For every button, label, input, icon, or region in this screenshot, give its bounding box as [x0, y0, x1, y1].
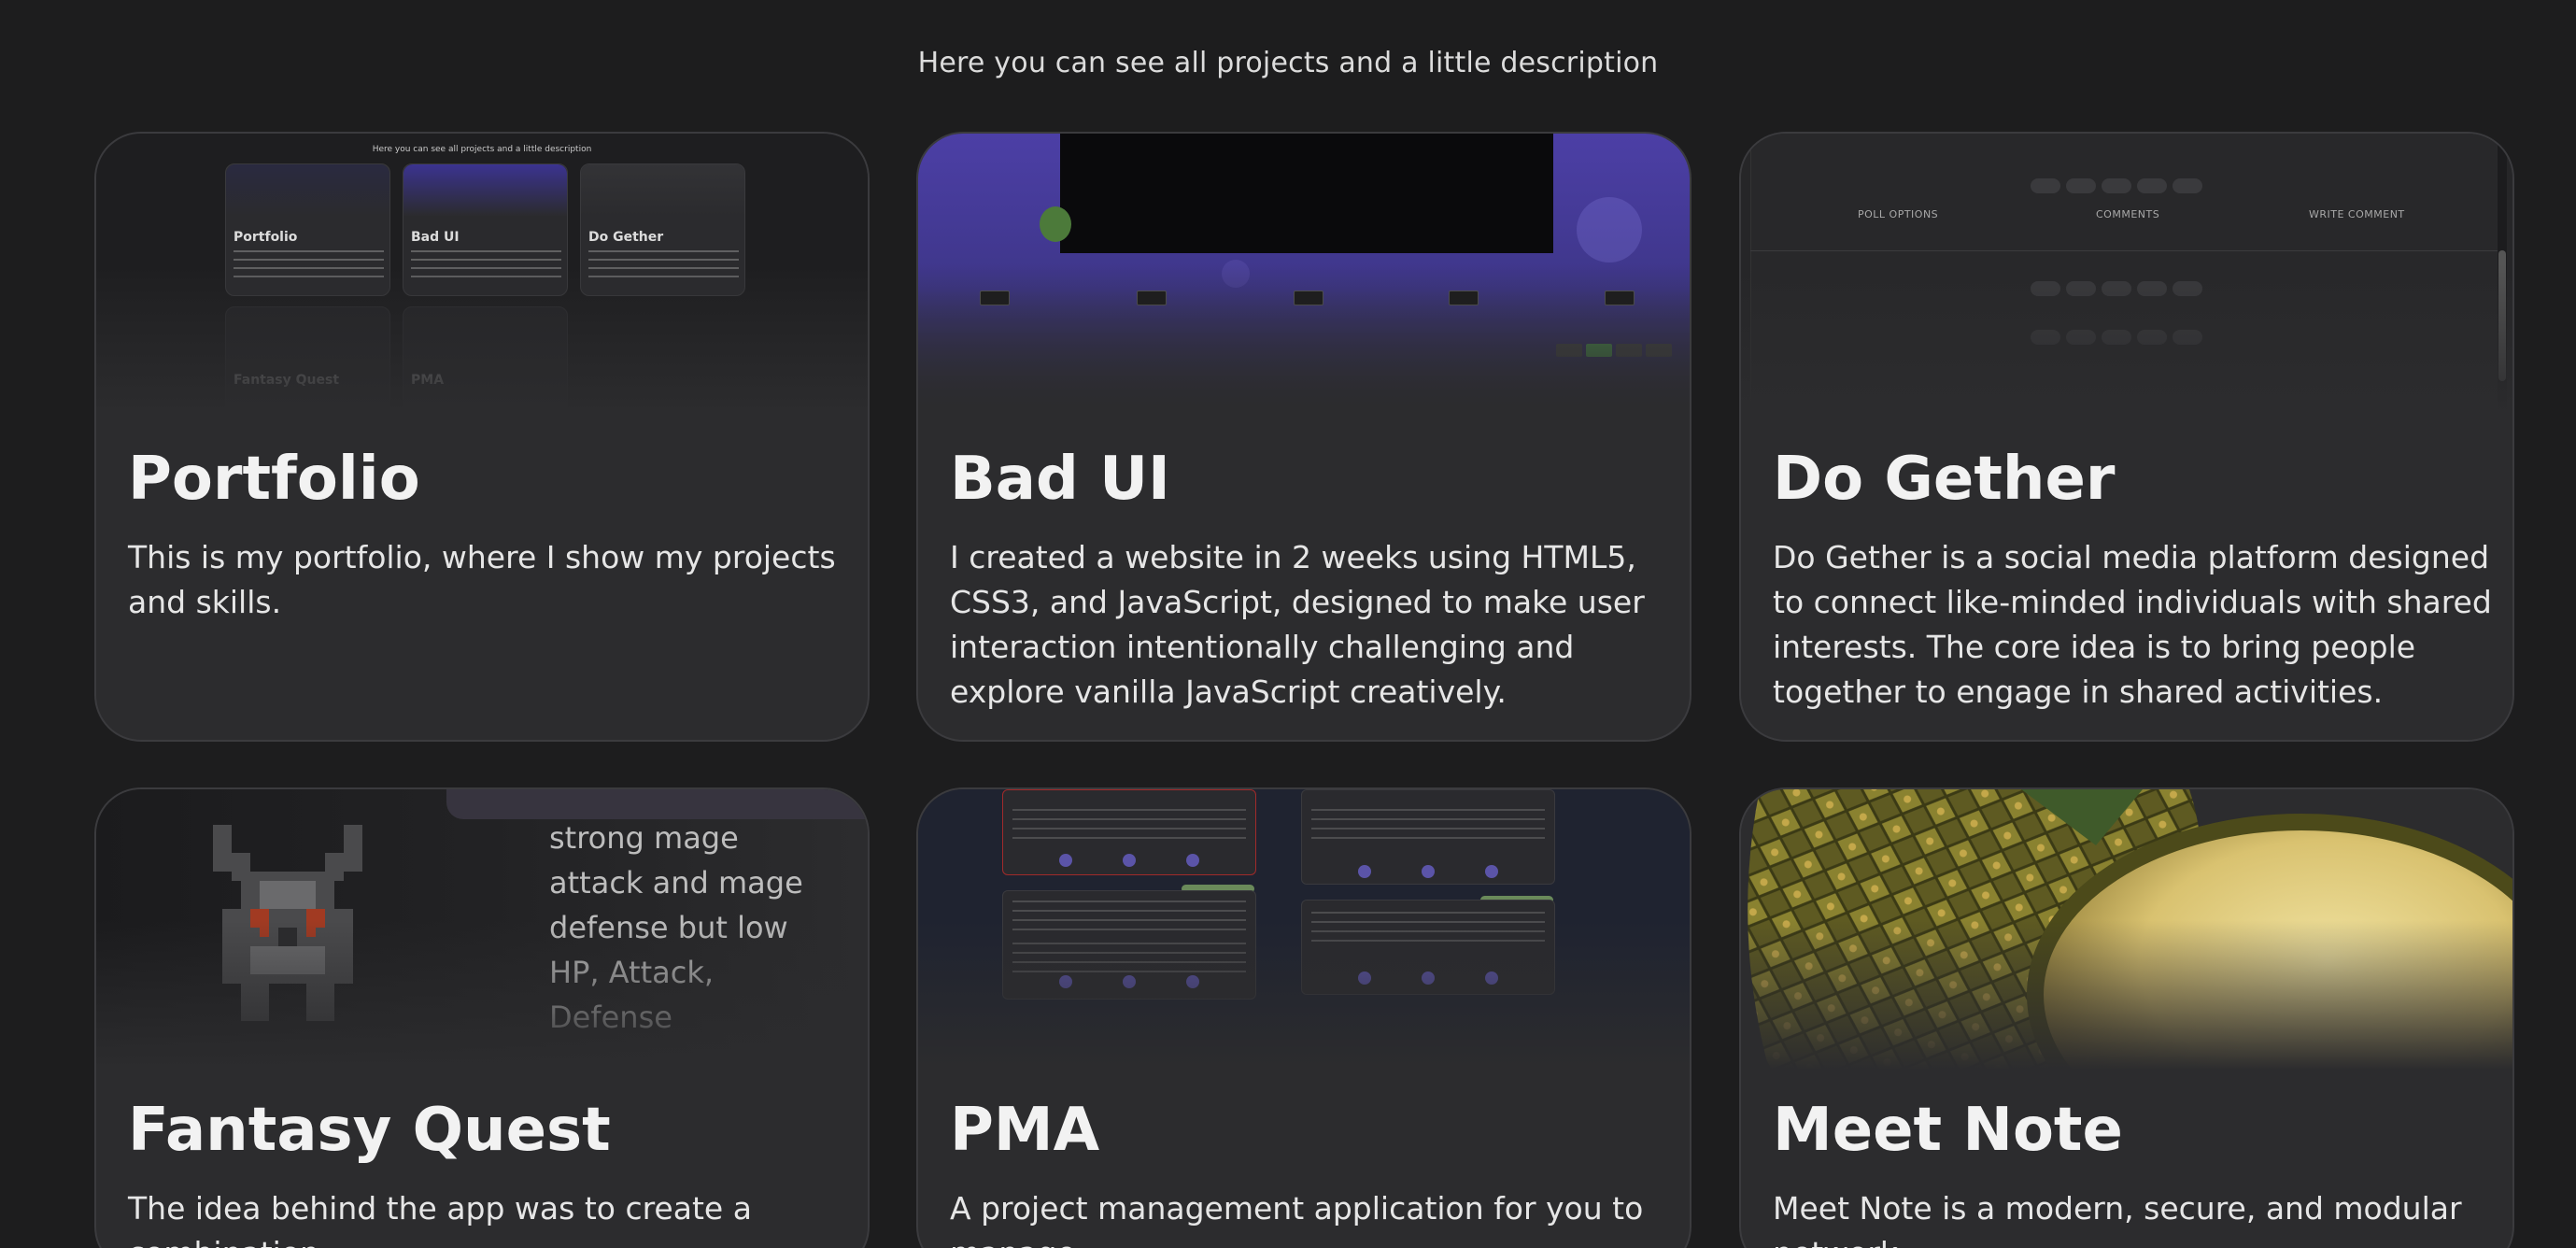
mini-card-title: Portfolio — [234, 230, 298, 245]
pineapple-image — [1748, 789, 2512, 1070]
project-description: I created a website in 2 weeks using HTM… — [950, 539, 1645, 710]
tab-poll-options: POLL OPTIONS — [1858, 208, 1939, 220]
project-card-bad-ui[interactable]: Bad UI I created a website in 2 weeks us… — [916, 132, 1691, 742]
project-title: PMA — [950, 1096, 1100, 1165]
mini-card-title: Do Gether — [588, 230, 664, 245]
project-title: Fantasy Quest — [128, 1096, 611, 1165]
mini-card-title: Bad UI — [411, 230, 460, 245]
tab-comments: COMMENTS — [2096, 208, 2160, 220]
project-thumbnail-portfolio: Here you can see all projects and a litt… — [96, 134, 868, 414]
pixel-monster-icon — [213, 825, 362, 1021]
project-thumbnail-pma — [918, 789, 1690, 1070]
cactus-icon — [1040, 206, 1071, 242]
project-title: Do Gether — [1773, 445, 2116, 514]
projects-intro: Here you can see all projects and a litt… — [917, 47, 1659, 79]
mini-card-title: PMA — [411, 373, 445, 388]
tab-write-comment: WRITE COMMENT — [2309, 208, 2405, 220]
project-card-do-gether[interactable]: POLL OPTIONS COMMENTS WRITE COMMENT Do G… — [1739, 132, 2514, 742]
thumbnail-text: strong mage attack and mage defense but … — [549, 820, 803, 1035]
project-description: Do Gether is a social media platform des… — [1773, 539, 2492, 710]
project-description: Meet Note is a modern, secure, and modul… — [1773, 1190, 2462, 1248]
project-card-pma[interactable]: PMA A project management application for… — [916, 787, 1691, 1248]
project-description: A project management application for you… — [950, 1190, 1644, 1248]
project-card-portfolio[interactable]: Here you can see all projects and a litt… — [94, 132, 870, 742]
project-description: The idea behind the app was to create a … — [128, 1190, 752, 1248]
project-card-fantasy-quest[interactable]: strong mage attack and mage defense but … — [94, 787, 870, 1248]
project-thumbnail-bad-ui — [918, 134, 1690, 414]
project-card-meet-note[interactable]: Meet Note Meet Note is a modern, secure,… — [1739, 787, 2514, 1248]
project-thumbnail-meet-note — [1741, 789, 2512, 1070]
project-title: Bad UI — [950, 445, 1170, 514]
project-thumbnail-do-gether: POLL OPTIONS COMMENTS WRITE COMMENT — [1741, 134, 2512, 414]
thumbnail-header: Here you can see all projects and a litt… — [372, 145, 592, 154]
mini-card-title: Fantasy Quest — [234, 373, 340, 388]
scrollbar-thumb — [2498, 250, 2506, 381]
project-title: Meet Note — [1773, 1096, 2123, 1165]
project-description: This is my portfolio, where I show my pr… — [128, 539, 836, 620]
project-title: Portfolio — [128, 445, 420, 514]
project-thumbnail-fantasy-quest: strong mage attack and mage defense but … — [96, 789, 868, 1070]
projects-page: Here you can see all projects and a litt… — [0, 0, 2576, 1248]
